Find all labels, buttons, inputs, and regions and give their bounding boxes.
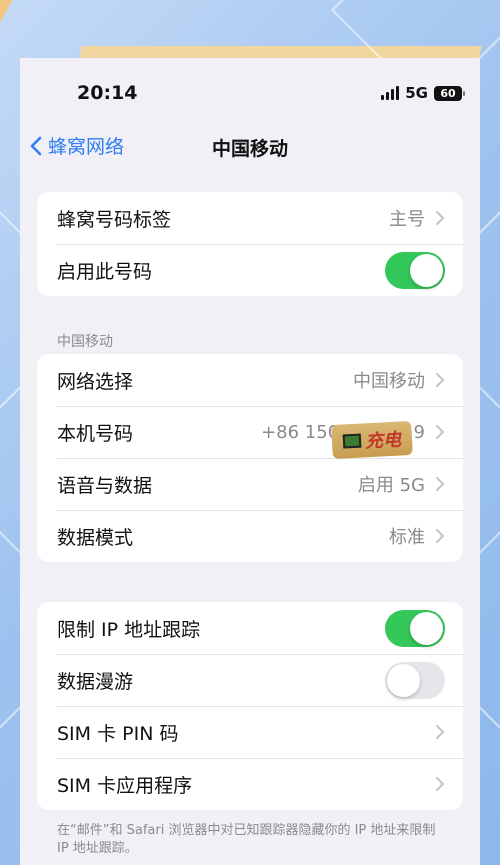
- settings-screen: 20:14 5G 60 蜂窝网络 中国移动 蜂窝号码标签 主号 启用此号码 中国…: [20, 58, 480, 865]
- row-voice-data[interactable]: 语音与数据 启用 5G: [37, 458, 463, 510]
- signal-icon: [381, 86, 400, 100]
- footer-note: 在“邮件”和 Safari 浏览器中对已知跟踪器隐藏你的 IP 地址来限制 IP…: [57, 823, 436, 856]
- watermark-text: 充电: [364, 429, 402, 453]
- battery-sticker-icon: [342, 433, 362, 449]
- battery-level: 60: [440, 86, 456, 100]
- status-bar: 20:14 5G 60: [20, 58, 480, 128]
- chevron-right-icon: [436, 725, 445, 739]
- row-network-selection[interactable]: 网络选择 中国移动: [37, 354, 463, 406]
- data-roaming-toggle[interactable]: [385, 661, 445, 699]
- privacy-group: 限制 IP 地址跟踪 数据漫游 SIM 卡 PIN 码 SIM 卡应用程序: [37, 602, 463, 810]
- chevron-right-icon: [436, 211, 445, 225]
- battery-icon: 60: [434, 85, 465, 101]
- network-type: 5G: [405, 84, 428, 102]
- limit-ip-tracking-toggle[interactable]: [385, 609, 445, 647]
- chevron-right-icon: [436, 777, 445, 791]
- watermark-stamp: 充电: [331, 420, 413, 460]
- row-enable-number: 启用此号码: [37, 244, 463, 296]
- status-time: 20:14: [77, 82, 138, 104]
- row-sim-pin[interactable]: SIM 卡 PIN 码: [37, 706, 463, 758]
- number-group: 蜂窝号码标签 主号 启用此号码: [37, 192, 463, 296]
- chevron-right-icon: [436, 529, 445, 543]
- row-data-roaming: 数据漫游: [37, 654, 463, 706]
- row-limit-ip-tracking: 限制 IP 地址跟踪: [37, 602, 463, 654]
- navigation-bar: 蜂窝网络 中国移动: [20, 128, 480, 176]
- page-title: 中国移动: [211, 138, 288, 160]
- enable-number-toggle[interactable]: [385, 251, 445, 289]
- row-number-label[interactable]: 蜂窝号码标签 主号: [37, 192, 463, 244]
- chevron-right-icon: [436, 477, 445, 491]
- chevron-right-icon: [436, 425, 445, 439]
- carrier-group: 网络选择 中国移动 本机号码 +86 150 0 9 语音与数据 启用 5G 数…: [37, 354, 463, 562]
- chevron-right-icon: [436, 373, 445, 387]
- row-data-mode[interactable]: 数据模式 标准: [37, 510, 463, 562]
- row-sim-applications[interactable]: SIM 卡应用程序: [37, 758, 463, 810]
- section-header-carrier: 中国移动: [57, 334, 113, 350]
